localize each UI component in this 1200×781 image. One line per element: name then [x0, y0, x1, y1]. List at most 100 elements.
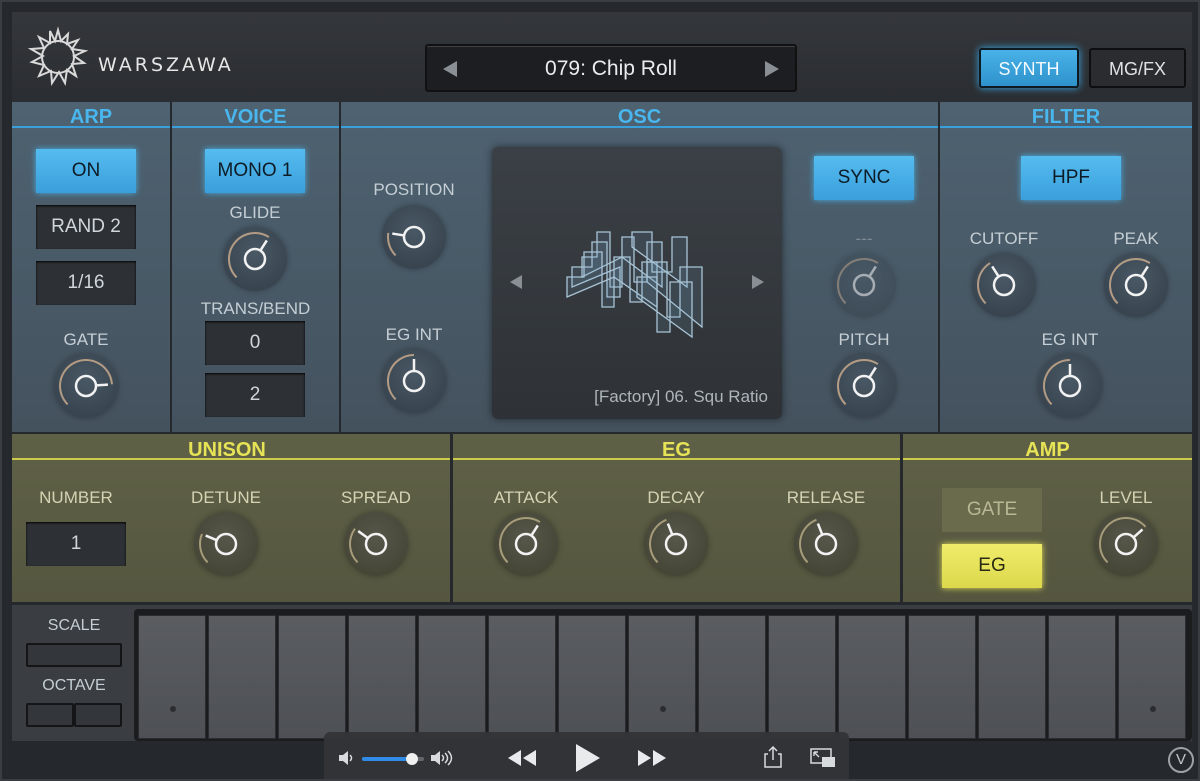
knob-pointer: [95, 383, 109, 387]
knob-pointer: [991, 265, 1000, 278]
knob-arc: [387, 354, 415, 401]
keyboard-area: SCALE OCTAVE: [12, 605, 1192, 741]
volume-low-icon: [339, 751, 353, 765]
octave-label: OCTAVE: [42, 677, 106, 694]
filter-type-button[interactable]: HPF: [1021, 156, 1121, 200]
glide-knob[interactable]: [223, 227, 287, 291]
next-preset-icon[interactable]: [765, 61, 779, 77]
previous-wavetable-icon[interactable]: [510, 275, 522, 289]
arp-gate-knob[interactable]: [54, 354, 118, 418]
unison-number-label: NUMBER: [39, 488, 113, 507]
cutoff-knob[interactable]: [972, 253, 1036, 317]
picture-in-picture-icon[interactable]: [810, 748, 836, 768]
piano-key[interactable]: [628, 615, 696, 739]
position-label: POSITION: [373, 180, 455, 199]
wavetable-display[interactable]: [Factory] 06. Squ Ratio: [492, 147, 782, 419]
piano-key[interactable]: [278, 615, 346, 739]
peak-knob[interactable]: [1104, 253, 1168, 317]
pitch-label: PITCH: [838, 330, 890, 349]
release-knob[interactable]: [794, 512, 858, 576]
arp-gate-label: GATE: [63, 330, 109, 349]
next-wavetable-icon[interactable]: [752, 275, 764, 289]
knob-pointer: [666, 523, 674, 536]
knob-center: [243, 247, 267, 271]
arp-type-selector[interactable]: RAND 2: [36, 205, 136, 249]
warszawa-logo-icon: [27, 26, 89, 87]
amp-eg-button[interactable]: EG: [942, 544, 1042, 588]
piano-key[interactable]: [1048, 615, 1116, 739]
detune-knob[interactable]: [194, 512, 258, 576]
preset-selector[interactable]: 079: Chip Roll: [425, 44, 797, 92]
decay-knob[interactable]: [644, 512, 708, 576]
unassigned-knob[interactable]: [832, 253, 896, 317]
voice-mode-button[interactable]: MONO 1: [205, 149, 305, 193]
knob-graphic: [837, 359, 879, 406]
fast-forward-icon[interactable]: [636, 748, 668, 768]
share-icon[interactable]: [764, 746, 782, 768]
osc-eg-int-label: EG INT: [385, 325, 443, 344]
filter-eg-int-knob[interactable]: [1038, 354, 1102, 418]
detune-label: DETUNE: [191, 488, 261, 507]
peak-label: PEAK: [1113, 229, 1159, 248]
rewind-icon[interactable]: [506, 748, 538, 768]
filter-eg-int-label: EG INT: [1041, 330, 1099, 349]
knob-arc: [387, 232, 397, 257]
bend-value-field[interactable]: 2: [205, 373, 305, 417]
volume-slider-thumb[interactable]: [405, 753, 418, 765]
knob-graphic: [349, 528, 388, 564]
attack-knob[interactable]: [494, 512, 558, 576]
scale-button[interactable]: [26, 643, 122, 667]
level-knob[interactable]: [1094, 512, 1158, 576]
transpose-value-field[interactable]: 0: [205, 321, 305, 365]
knob-pointer: [259, 239, 268, 252]
knob-graphic: [837, 258, 879, 305]
collapse-button[interactable]: V: [1168, 747, 1194, 773]
piano-key[interactable]: [558, 615, 626, 739]
volume-slider[interactable]: [362, 753, 424, 765]
knob-arc: [1099, 517, 1147, 564]
knob-center: [664, 532, 688, 556]
spread-knob[interactable]: [344, 512, 408, 576]
piano-key[interactable]: [908, 615, 976, 739]
mgfx-tab-button[interactable]: MG/FX: [1089, 48, 1186, 88]
osc-eg-int-knob[interactable]: [382, 349, 446, 413]
osc-title: OSC: [617, 106, 662, 128]
piano-key[interactable]: [768, 615, 836, 739]
knob-center: [514, 532, 538, 556]
pitch-knob[interactable]: [832, 354, 896, 418]
piano-key[interactable]: [838, 615, 906, 739]
release-label: RELEASE: [786, 488, 866, 507]
piano-key[interactable]: [978, 615, 1046, 739]
piano-key[interactable]: [348, 615, 416, 739]
piano-key[interactable]: [418, 615, 486, 739]
key-marker-dot: [170, 706, 176, 712]
sync-button[interactable]: SYNC: [814, 156, 914, 200]
knob-arc: [1043, 359, 1071, 406]
key-marker-dot: [1150, 706, 1156, 712]
piano-key[interactable]: [208, 615, 276, 739]
filter-title: FILTER: [1031, 106, 1101, 128]
octave-down-button[interactable]: [26, 703, 74, 727]
transport-bar: [324, 732, 849, 779]
position-knob[interactable]: [382, 205, 446, 269]
knob-arc: [799, 518, 817, 564]
amp-gate-button[interactable]: GATE: [942, 488, 1042, 532]
knob-center: [364, 532, 388, 556]
arp-rate-selector[interactable]: 1/16: [36, 261, 136, 305]
wavetable-graph: [566, 231, 703, 339]
piano-key[interactable]: [488, 615, 556, 739]
arp-title: ARP: [69, 106, 113, 128]
knob-graphic: [59, 359, 113, 406]
piano-key[interactable]: [698, 615, 766, 739]
knob-graphic: [1099, 517, 1147, 564]
unison-number-field[interactable]: 1: [26, 522, 126, 566]
arp-on-button[interactable]: ON: [36, 149, 136, 193]
knob-arc: [199, 533, 209, 564]
knob-graphic: [799, 518, 838, 564]
piano-key[interactable]: [138, 615, 206, 739]
piano-key[interactable]: [1118, 615, 1186, 739]
play-icon[interactable]: [574, 742, 602, 774]
synth-tab-button[interactable]: SYNTH: [979, 48, 1079, 88]
header-bar: WARSZAWA 079: Chip Roll SYNTH MG/FX: [12, 12, 1192, 102]
octave-up-button[interactable]: [74, 703, 122, 727]
